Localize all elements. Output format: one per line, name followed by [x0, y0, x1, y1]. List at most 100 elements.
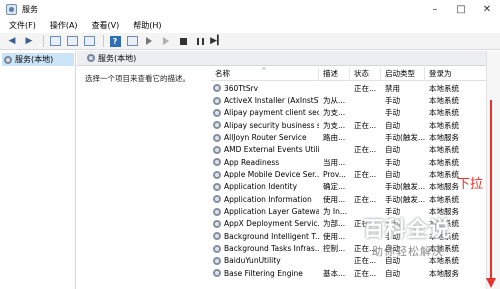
maximize-button[interactable]: □: [448, 0, 474, 18]
watermark-subtitle: 助你轻松解决: [372, 245, 444, 258]
play-icon: [163, 37, 169, 45]
service-name: AMD External Events Utility: [211, 145, 319, 154]
menu-help[interactable]: 帮助(H): [124, 20, 166, 31]
stop-service-button[interactable]: [176, 35, 190, 48]
service-name: BaiduYunUtility: [211, 256, 319, 265]
column-header-name[interactable]: ^ 名称: [211, 67, 319, 81]
menu-action[interactable]: 操作(A): [41, 20, 83, 31]
help-button[interactable]: ?: [108, 35, 122, 48]
column-header-status[interactable]: 状态: [350, 67, 381, 81]
close-button[interactable]: ✕: [474, 0, 500, 18]
service-gear-icon: [213, 158, 221, 167]
column-header-startup-type[interactable]: 启动类型: [381, 67, 425, 81]
menu-file[interactable]: 文件(F): [0, 20, 41, 31]
service-name: AllJoyn Router Service: [211, 133, 319, 142]
service-gear-icon: [213, 269, 221, 278]
service-gear-icon: [213, 145, 221, 154]
service-description: 路由...: [323, 133, 346, 143]
export-list-button[interactable]: [82, 35, 96, 48]
service-description: 使用...: [323, 194, 346, 204]
service-name: Alipay security business s...: [211, 121, 319, 130]
table-row[interactable]: 360TtSrv 正在... 禁用 本地系统: [211, 82, 500, 94]
service-name-label: Alipay security business s...: [224, 120, 319, 130]
service-gear-icon: [213, 121, 221, 130]
watermark: 百科全说 助你轻松解决: [363, 213, 478, 265]
service-name-label: BaiduYunUtility: [224, 256, 281, 266]
toolbar: ◀ ▶ ? ▶▎: [0, 33, 500, 50]
service-name-label: Background Intelligent T...: [224, 231, 319, 241]
service-name: Application Identity: [211, 182, 319, 191]
service-name-label: Base Filtering Engine: [224, 268, 303, 278]
window-title: 服务: [22, 4, 38, 14]
table-row[interactable]: AllJoyn Router Service 路由... 手动(触发... 本地服务: [211, 131, 500, 143]
refresh-button[interactable]: [65, 35, 79, 48]
back-arrow-icon[interactable]: ◀: [5, 35, 19, 48]
service-name: AppX Deployment Servic...: [211, 219, 319, 228]
vertical-scrollbar[interactable]: [486, 51, 500, 289]
service-description: 为从...: [323, 96, 346, 106]
services-app-icon: [6, 3, 17, 15]
start-service-button[interactable]: [142, 35, 156, 48]
tree-item-services-local[interactable]: 服务(本地): [2, 53, 74, 66]
column-header-label: 名称: [215, 69, 230, 78]
service-gear-icon: [213, 207, 221, 216]
service-description: 使用...: [323, 231, 346, 241]
service-status: 正在...: [354, 120, 377, 130]
service-name: 360TtSrv: [211, 84, 319, 93]
pause-service-button[interactable]: [193, 35, 207, 48]
service-gear-icon: [213, 133, 221, 142]
service-name: Alipay payment client sec...: [211, 108, 319, 117]
service-name-label: 360TtSrv: [224, 83, 259, 93]
forward-arrow-icon[interactable]: ▶: [22, 35, 36, 48]
drag-down-annotation: 下拉: [457, 177, 484, 192]
menu-view[interactable]: 查看(V): [83, 20, 125, 31]
service-name-label: Background Tasks Infras...: [224, 244, 319, 254]
restart-service-button[interactable]: ▶▎: [210, 35, 224, 48]
service-description: 基本...: [323, 268, 346, 278]
service-description: 确定...: [323, 182, 346, 192]
description-text: 选择一个项目来查看它的描述。: [85, 74, 190, 83]
stop-icon: [179, 37, 187, 45]
table-row[interactable]: Base Filtering Engine 基本... 正在... 自动 本地服务: [211, 267, 500, 279]
service-startup-type: 手动(触发...: [385, 194, 425, 204]
service-name: Background Intelligent T...: [211, 232, 319, 241]
table-row[interactable]: ActiveX Installer (AxInstSV) 为从... 手动 本地系统: [211, 94, 500, 106]
minimize-button[interactable]: –: [422, 0, 448, 18]
service-description: 控制...: [323, 244, 346, 254]
pane-title: 服务(本地): [98, 53, 137, 63]
pane-header: 服务(本地): [77, 51, 500, 66]
service-name: Background Tasks Infras...: [211, 244, 319, 253]
show-hide-tree-button[interactable]: [48, 35, 62, 48]
service-status: 正在...: [354, 83, 377, 93]
service-name-label: AMD External Events Utility: [224, 145, 319, 155]
watermark-title: 百科全说: [363, 217, 451, 241]
service-name-label: AllJoyn Router Service: [224, 133, 307, 143]
table-row[interactable]: Alipay security business s... 为支... 正在... 自…: [211, 119, 500, 131]
service-status: 正在...: [354, 194, 377, 204]
service-gear-icon: [213, 195, 221, 204]
service-startup-type: 自动: [385, 268, 400, 278]
table-row[interactable]: AMD External Events Utility 正在... 自动 本地系统: [211, 144, 500, 156]
table-row[interactable]: Alipay payment client sec... 为支... 手动 本地系统: [211, 107, 500, 119]
play-icon: [146, 37, 152, 45]
service-description: 为部...: [323, 219, 346, 229]
start-service-alt-button[interactable]: [159, 35, 173, 48]
service-startup-type: 手动: [385, 157, 400, 167]
console-tree-icon: [49, 36, 61, 46]
service-gear-icon: [213, 108, 221, 117]
table-header: ^ 名称 描述 状态 启动类型 登录为: [211, 67, 500, 81]
table-row[interactable]: Application Information 使用... 正在... 手动(触发..…: [211, 193, 500, 205]
red-arrow-annotation: [490, 100, 492, 285]
service-name: Base Filtering Engine: [211, 269, 319, 278]
service-name-label: Application Information: [224, 194, 312, 204]
help-icon: ?: [109, 35, 121, 47]
column-header-description[interactable]: 描述: [319, 67, 350, 81]
properties-button[interactable]: [125, 35, 139, 48]
service-name-label: AppX Deployment Servic...: [224, 219, 319, 229]
table-row[interactable]: App Readiness 当用... 手动 本地系统: [211, 156, 500, 168]
column-header-label: 登录为: [429, 69, 452, 78]
service-startup-type: 手动(触发...: [385, 133, 425, 143]
service-status: 正在...: [354, 170, 377, 180]
service-name-label: ActiveX Installer (AxInstSV): [224, 96, 319, 106]
service-startup-type: 自动: [385, 120, 400, 130]
